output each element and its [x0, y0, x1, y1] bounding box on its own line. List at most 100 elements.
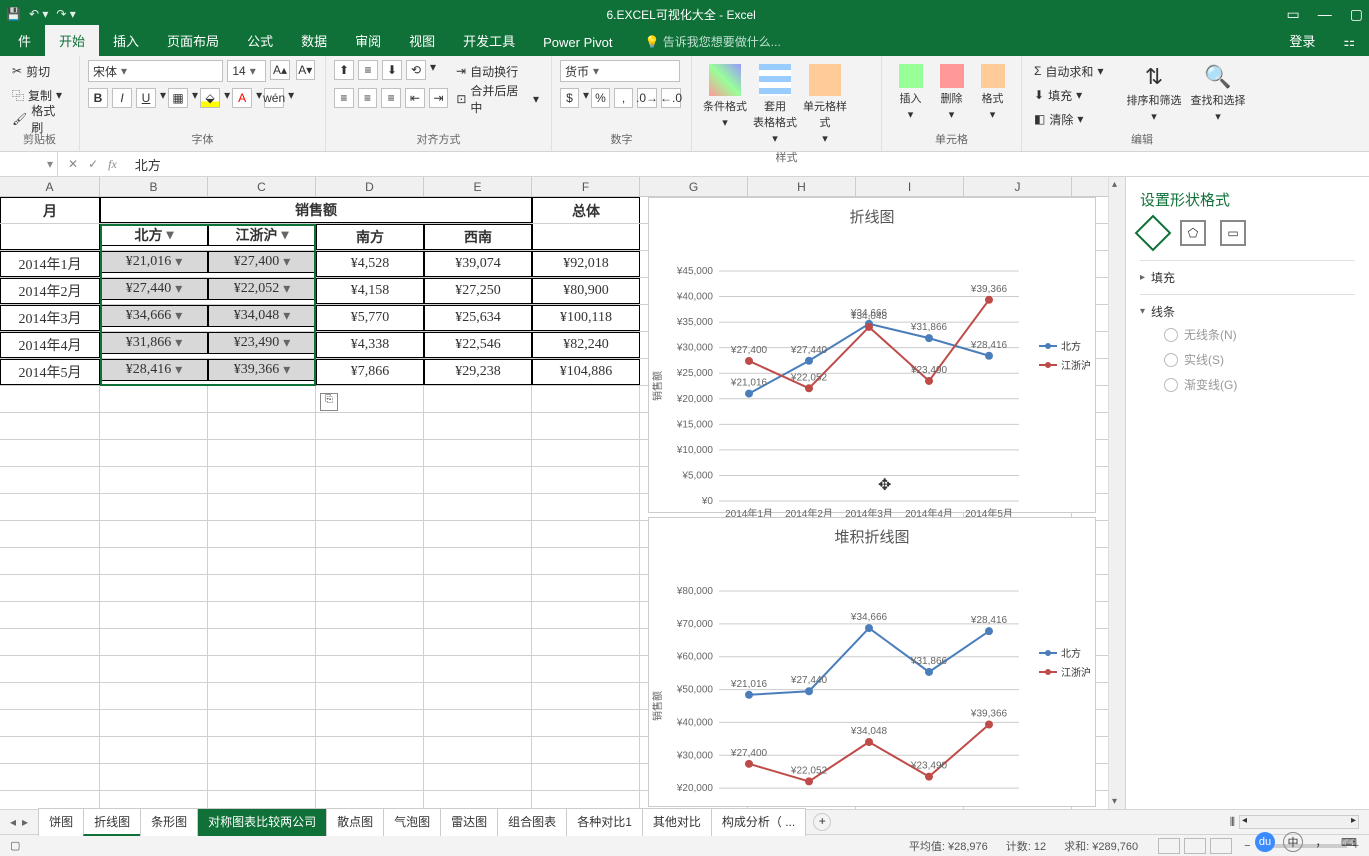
align-middle-icon[interactable]: ≡	[358, 60, 378, 80]
format-cells-button[interactable]: 格式▾	[972, 60, 1013, 125]
page-break-view-icon[interactable]	[1210, 838, 1232, 854]
ime-lang-icon[interactable]: 中	[1283, 832, 1303, 852]
sheet-nav-next-icon[interactable]: ▸	[22, 815, 28, 829]
sheet-tab[interactable]: 气泡图	[383, 808, 441, 836]
sort-filter-button[interactable]: ⇅排序和筛选▾	[1122, 60, 1186, 130]
page-layout-view-icon[interactable]	[1184, 838, 1206, 854]
stacked-line-chart[interactable]: 堆积折线图¥10,000¥20,000¥30,000¥40,000¥50,000…	[648, 517, 1096, 807]
ime-punct-icon[interactable]: ，	[1311, 832, 1331, 852]
col-header[interactable]: H	[748, 177, 856, 196]
find-select-button[interactable]: 🔍查找和选择▾	[1186, 60, 1250, 130]
qat-save-icon[interactable]: 💾	[6, 7, 21, 21]
panel-section-header[interactable]: 线条	[1140, 303, 1355, 320]
qat-undo-icon[interactable]: ↶ ▾	[29, 7, 48, 21]
sheet-tab[interactable]: 对称图表比较两公司	[197, 808, 327, 836]
sheet-tab[interactable]: 条形图	[140, 808, 198, 836]
tab-formulas[interactable]: 公式	[233, 25, 287, 56]
col-header[interactable]: G	[640, 177, 748, 196]
clear-button[interactable]: ◧清除 ▾	[1030, 108, 1122, 130]
phonetic-button[interactable]: wén	[264, 88, 284, 108]
panel-option[interactable]: 渐变线(G)	[1140, 370, 1355, 395]
tab-developer[interactable]: 开发工具	[449, 25, 529, 56]
new-sheet-button[interactable]: +	[813, 813, 831, 831]
sheet-tab[interactable]: 散点图	[326, 808, 384, 836]
smart-tag-icon[interactable]: ⎘	[320, 393, 338, 411]
share-icon[interactable]: ⚏	[1329, 28, 1369, 56]
inc-decimal-icon[interactable]: .0→	[637, 88, 657, 108]
worksheet-grid[interactable]: A B C D E F G H I J 月 销售额 总体 北方 江浙沪 南方 西…	[0, 177, 1108, 809]
normal-view-icon[interactable]	[1158, 838, 1180, 854]
tell-me[interactable]: 💡 告诉我您想要做什么...	[639, 27, 787, 56]
sheet-tab[interactable]: 构成分析（ ...	[711, 808, 806, 836]
align-left-icon[interactable]: ≡	[334, 88, 354, 108]
enter-formula-icon[interactable]: ✓	[88, 157, 98, 172]
col-header[interactable]: B	[100, 177, 208, 196]
dec-decimal-icon[interactable]: ←.0	[661, 88, 681, 108]
cell-styles-button[interactable]: 单元格样式▾	[800, 60, 850, 149]
sheet-tab[interactable]: 组合图表	[497, 808, 567, 836]
number-format-select[interactable]: 货币	[560, 60, 680, 82]
horizontal-scrollbar[interactable]	[1239, 815, 1359, 829]
delete-cells-button[interactable]: 删除▾	[931, 60, 972, 125]
indent-dec-icon[interactable]: ⇤	[405, 88, 425, 108]
cancel-formula-icon[interactable]: ✕	[68, 157, 78, 172]
font-name-select[interactable]: 宋体	[88, 60, 223, 82]
orientation-icon[interactable]: ⟲	[406, 60, 426, 80]
merge-button[interactable]: ⊡合并后居中 ▾	[452, 88, 543, 110]
qat-redo-icon[interactable]: ↷ ▾	[56, 7, 75, 21]
col-header[interactable]: I	[856, 177, 964, 196]
vertical-scrollbar[interactable]	[1108, 177, 1125, 809]
col-header[interactable]: D	[316, 177, 424, 196]
tab-home[interactable]: 开始	[45, 25, 99, 56]
login-button[interactable]: 登录	[1275, 25, 1329, 56]
sheet-tab[interactable]: 其他对比	[642, 808, 712, 836]
table-format-button[interactable]: 套用 表格格式▾	[750, 60, 800, 149]
record-macro-icon[interactable]: ▢	[10, 839, 20, 852]
fill-line-tab-icon[interactable]	[1135, 215, 1172, 252]
font-size-select[interactable]: 14	[227, 60, 266, 82]
fx-icon[interactable]: fx	[108, 157, 117, 172]
currency-icon[interactable]: $	[560, 88, 579, 108]
sheet-tab[interactable]: 饼图	[38, 808, 84, 836]
sheet-tab[interactable]: 各种对比1	[566, 808, 643, 836]
baidu-ime-icon[interactable]: du	[1255, 832, 1275, 852]
name-box[interactable]	[0, 152, 58, 176]
font-color-button[interactable]: A	[232, 88, 252, 108]
insert-cells-button[interactable]: 插入▾	[890, 60, 931, 125]
panel-option[interactable]: 实线(S)	[1140, 345, 1355, 370]
comma-icon[interactable]: ,	[614, 88, 633, 108]
panel-section-header[interactable]: 填充	[1140, 269, 1355, 286]
hscroll-left-icon[interactable]: ⦀	[1230, 815, 1235, 830]
fill-color-button[interactable]: ⬙	[200, 88, 220, 108]
format-painter-button[interactable]: 🖌格式刷	[8, 108, 71, 130]
tab-insert[interactable]: 插入	[99, 25, 153, 56]
effects-tab-icon[interactable]: ⬠	[1180, 220, 1206, 246]
sheet-nav-prev-icon[interactable]: ◂	[10, 815, 16, 829]
maximize-icon[interactable]: ▢	[1350, 6, 1363, 23]
minimize-icon[interactable]: —	[1318, 6, 1332, 23]
wrap-text-button[interactable]: ⇥自动换行	[452, 60, 522, 82]
fill-button[interactable]: ⬇填充 ▾	[1030, 84, 1122, 106]
percent-icon[interactable]: %	[591, 88, 610, 108]
tab-data[interactable]: 数据	[287, 25, 341, 56]
col-header[interactable]: E	[424, 177, 532, 196]
italic-button[interactable]: I	[112, 88, 132, 108]
ribbon-options-icon[interactable]: ▭	[1287, 6, 1300, 23]
align-center-icon[interactable]: ≡	[358, 88, 378, 108]
bold-button[interactable]: B	[88, 88, 108, 108]
sheet-tab[interactable]: 雷达图	[440, 808, 498, 836]
tab-powerpivot[interactable]: Power Pivot	[529, 29, 626, 56]
col-header[interactable]: A	[0, 177, 100, 196]
border-button[interactable]: ▦	[168, 88, 188, 108]
decrease-font-icon[interactable]: A▾	[296, 60, 315, 80]
align-top-icon[interactable]: ⬆	[334, 60, 354, 80]
align-bottom-icon[interactable]: ⬇	[382, 60, 402, 80]
formula-input[interactable]: 北方	[127, 155, 1369, 174]
tab-review[interactable]: 审阅	[341, 25, 395, 56]
cut-button[interactable]: ✂剪切	[8, 60, 71, 82]
line-chart[interactable]: 折线图¥0¥5,000¥10,000¥15,000¥20,000¥25,000¥…	[648, 197, 1096, 513]
tab-layout[interactable]: 页面布局	[153, 25, 233, 56]
increase-font-icon[interactable]: A▴	[270, 60, 289, 80]
underline-button[interactable]: U	[136, 88, 156, 108]
indent-inc-icon[interactable]: ⇥	[429, 88, 449, 108]
